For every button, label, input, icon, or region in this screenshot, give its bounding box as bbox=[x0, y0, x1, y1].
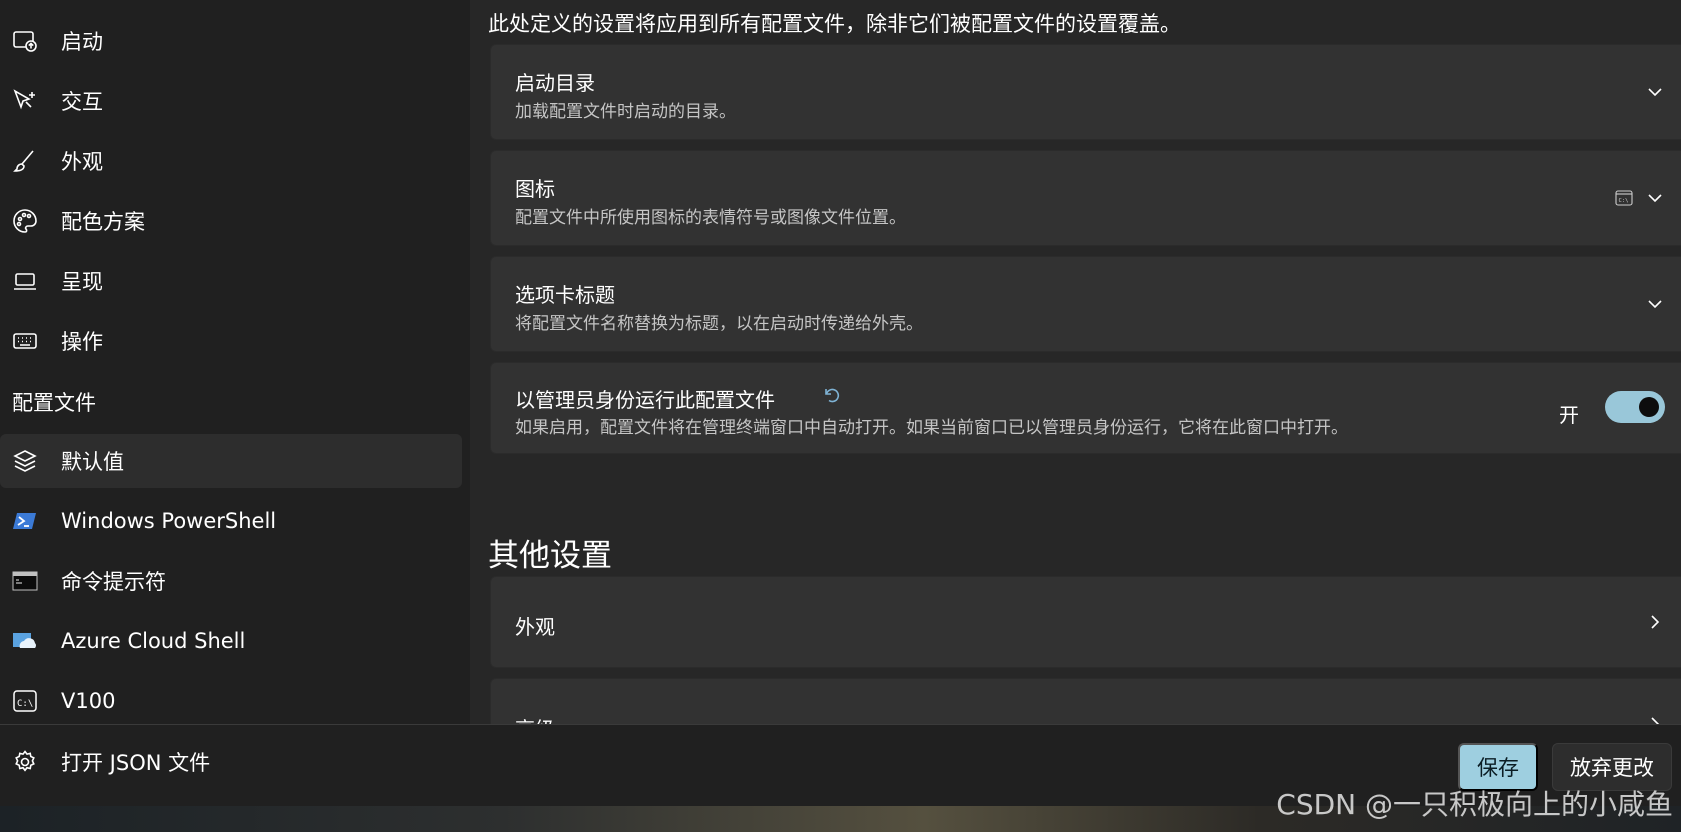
run-as-admin-toggle[interactable] bbox=[1605, 391, 1665, 423]
card-description: 如果启用，配置文件将在管理终端窗口中自动打开。如果当前窗口已以管理员身份运行，它… bbox=[515, 418, 1348, 438]
sidebar-item-interaction[interactable]: 交互 bbox=[0, 74, 462, 128]
reset-icon[interactable] bbox=[821, 385, 841, 405]
sidebar-item-label: 操作 bbox=[61, 330, 103, 354]
chevron-right-icon[interactable] bbox=[1646, 715, 1664, 724]
gear-icon bbox=[12, 749, 38, 775]
sidebar-item-label: 启动 bbox=[61, 30, 103, 54]
sidebar-item-color-schemes[interactable]: 配色方案 bbox=[0, 194, 462, 248]
intro-text: 此处定义的设置将应用到所有配置文件，除非它们被配置文件的设置覆盖。 bbox=[488, 12, 1181, 36]
sidebar-item-label: Azure Cloud Shell bbox=[61, 629, 246, 653]
card-description: 加载配置文件时启动的目录。 bbox=[515, 102, 736, 122]
sidebar-item-azure[interactable]: Azure Cloud Shell bbox=[0, 614, 462, 668]
sidebar: 启动 交互 外观 配色方案 呈现 操作 配置文件 默认值 Windows Pow… bbox=[0, 0, 470, 724]
sidebar-item-label: 默认值 bbox=[61, 450, 124, 474]
card-title: 图标 bbox=[515, 177, 555, 201]
card-advanced[interactable]: 高级 bbox=[490, 678, 1681, 724]
open-json-file-button[interactable]: 打开 JSON 文件 bbox=[0, 735, 462, 789]
svg-text:C:\: C:\ bbox=[1619, 198, 1629, 204]
sidebar-item-label: V100 bbox=[61, 689, 116, 713]
cmd-icon bbox=[12, 568, 38, 594]
open-json-label: 打开 JSON 文件 bbox=[61, 751, 211, 775]
sidebar-item-v100[interactable]: C:\ V100 bbox=[0, 674, 462, 728]
card-title: 外观 bbox=[515, 615, 555, 639]
card-description: 配置文件中所使用图标的表情符号或图像文件位置。 bbox=[515, 208, 906, 228]
card-title: 以管理员身份运行此配置文件 bbox=[515, 388, 775, 412]
card-tab-title[interactable]: 选项卡标题 将配置文件名称替换为标题，以在启动时传递给外壳。 bbox=[490, 256, 1681, 352]
palette-icon bbox=[12, 208, 38, 234]
terminal-icon: C:\ bbox=[1615, 189, 1633, 207]
card-starting-directory[interactable]: 启动目录 加载配置文件时启动的目录。 bbox=[490, 44, 1681, 140]
sidebar-item-appearance[interactable]: 外观 bbox=[0, 134, 462, 188]
watermark: CSDN @一只积极向上的小咸鱼 bbox=[1276, 788, 1673, 821]
brush-icon bbox=[12, 148, 38, 174]
sidebar-item-label: 外观 bbox=[61, 150, 103, 174]
section-title-other-settings: 其他设置 bbox=[488, 538, 612, 574]
powershell-icon bbox=[12, 508, 38, 534]
sidebar-item-cmd[interactable]: 命令提示符 bbox=[0, 554, 462, 608]
card-appearance[interactable]: 外观 bbox=[490, 576, 1681, 668]
startup-icon bbox=[12, 28, 38, 54]
main-content: 此处定义的设置将应用到所有配置文件，除非它们被配置文件的设置覆盖。 启动目录 加… bbox=[470, 0, 1681, 724]
card-title: 高级 bbox=[515, 713, 555, 724]
toggle-knob bbox=[1639, 397, 1659, 417]
profiles-header: 配置文件 bbox=[12, 391, 96, 415]
settings-window: 启动 交互 外观 配色方案 呈现 操作 配置文件 默认值 Windows Pow… bbox=[0, 0, 1681, 806]
card-description: 将配置文件名称替换为标题，以在启动时传递给外壳。 bbox=[515, 314, 923, 334]
terminal-icon: C:\ bbox=[12, 688, 38, 714]
sidebar-item-label: 交互 bbox=[61, 90, 103, 114]
sidebar-item-label: 命令提示符 bbox=[61, 570, 166, 594]
azure-icon bbox=[12, 628, 38, 654]
card-icon[interactable]: 图标 配置文件中所使用图标的表情符号或图像文件位置。 C:\ bbox=[490, 150, 1681, 246]
sidebar-item-rendering[interactable]: 呈现 bbox=[0, 254, 462, 308]
svg-text:C:\: C:\ bbox=[17, 699, 33, 709]
chevron-right-icon[interactable] bbox=[1646, 613, 1664, 631]
layers-icon bbox=[12, 448, 38, 474]
sidebar-item-startup[interactable]: 启动 bbox=[0, 14, 462, 68]
card-run-as-admin: 以管理员身份运行此配置文件 如果启用，配置文件将在管理终端窗口中自动打开。如果当… bbox=[490, 362, 1681, 454]
laptop-icon bbox=[12, 268, 38, 294]
chevron-down-icon[interactable] bbox=[1646, 295, 1664, 313]
toggle-state-label: 开 bbox=[1559, 403, 1579, 427]
sidebar-item-label: 呈现 bbox=[61, 270, 103, 294]
interaction-icon bbox=[12, 88, 38, 114]
sidebar-item-defaults[interactable]: 默认值 bbox=[0, 434, 462, 488]
sidebar-item-label: 配色方案 bbox=[61, 210, 145, 234]
keyboard-icon bbox=[12, 328, 38, 354]
chevron-down-icon[interactable] bbox=[1646, 83, 1664, 101]
sidebar-item-powershell[interactable]: Windows PowerShell bbox=[0, 494, 462, 548]
chevron-down-icon[interactable] bbox=[1646, 189, 1664, 207]
card-title: 启动目录 bbox=[515, 71, 595, 95]
sidebar-item-actions[interactable]: 操作 bbox=[0, 314, 462, 368]
sidebar-item-label: Windows PowerShell bbox=[61, 509, 277, 533]
card-title: 选项卡标题 bbox=[515, 283, 615, 307]
